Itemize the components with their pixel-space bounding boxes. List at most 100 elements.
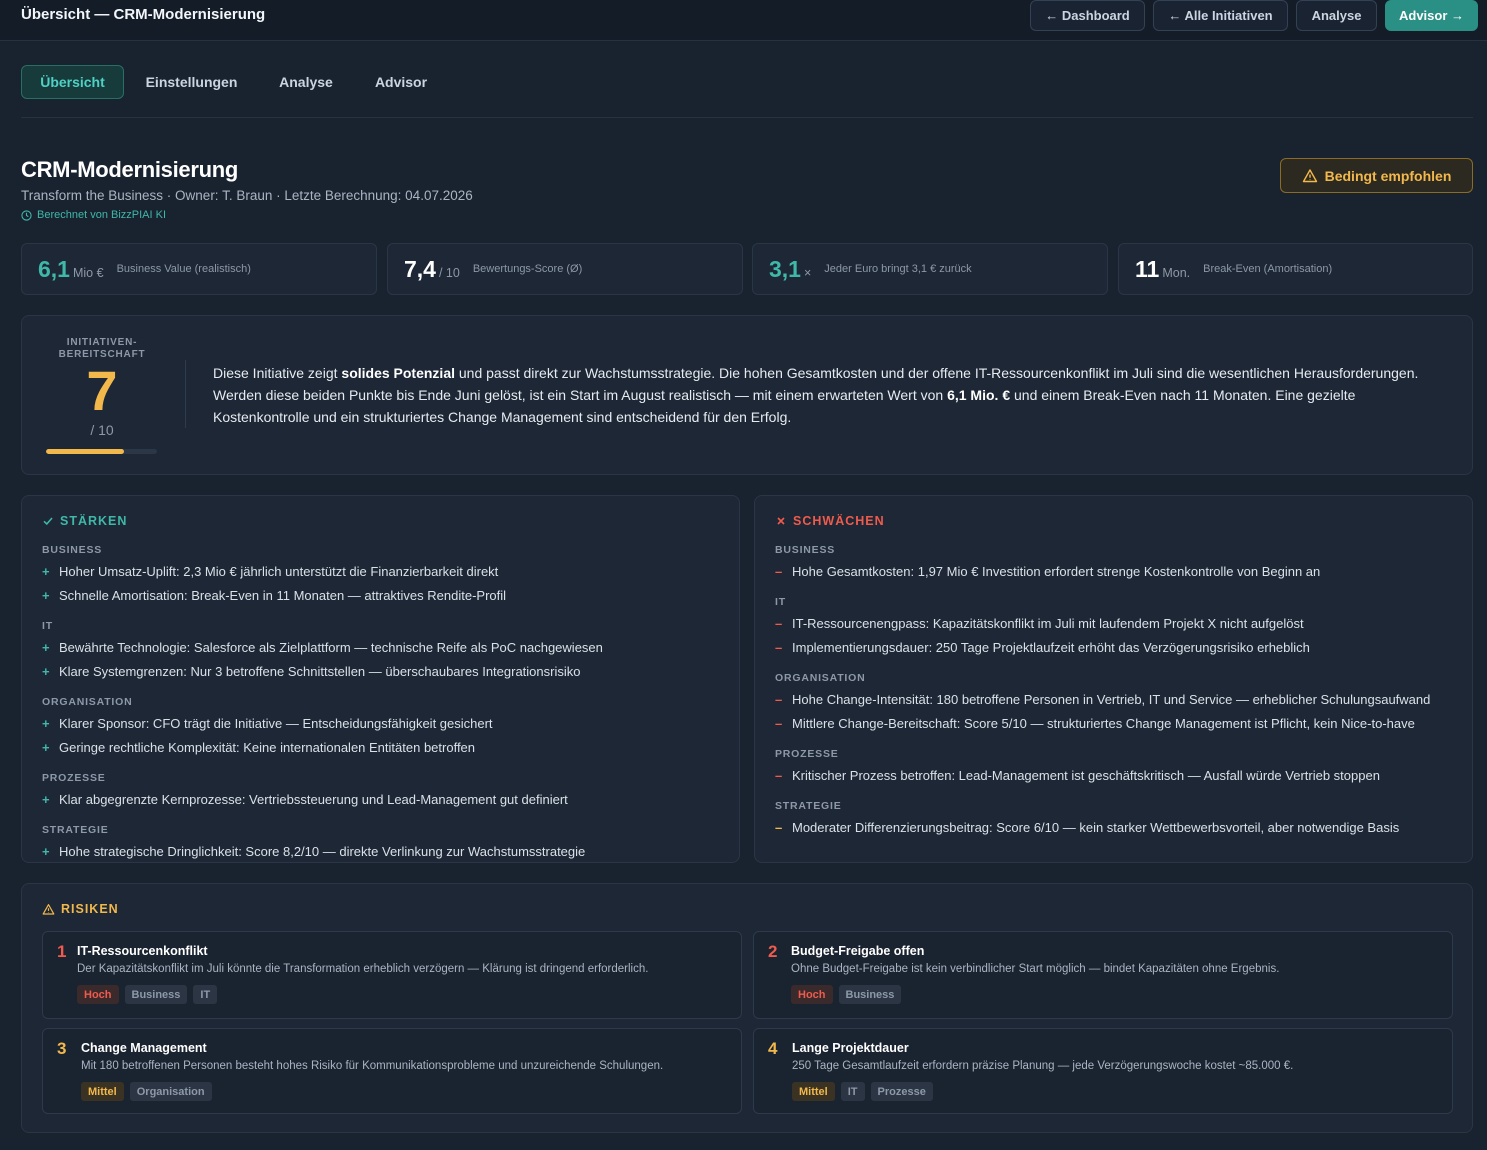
list-item: – Moderater Differenzierungsbeitrag: Scor…: [775, 816, 1465, 840]
list-item-text: Klar abgegrenzte Kernprozesse: Vertriebs…: [59, 792, 568, 807]
risk-number: 1: [57, 942, 67, 961]
list-item-text: Moderater Differenzierungsbeitrag: Score…: [792, 820, 1400, 835]
weaknesses-panel: SCHWÄCHEN BUSINESS – Hohe Gesamtkosten: 1,…: [754, 495, 1473, 863]
category-heading: STRATEGIE: [775, 800, 842, 812]
risk-description: Mit 180 betroffenen Personen besteht hoh…: [81, 1060, 664, 1072]
readiness-progress-bar: [46, 449, 157, 454]
category-tag: Prozesse: [870, 1082, 933, 1101]
strengths-title: STÄRKEN: [42, 514, 127, 528]
kpi-value: 3,1: [769, 255, 801, 282]
close-icon: [777, 517, 785, 525]
minus-icon: –: [775, 716, 783, 731]
tab-analysis[interactable]: Analyse: [271, 65, 341, 99]
list-item: + Bewährte Technologie: Salesforce als Zi…: [42, 636, 732, 660]
kpi-label: Jeder Euro bringt 3,1 € zurück: [824, 263, 972, 275]
computed-label: Berechnet von BizzPIAI KI: [37, 209, 167, 221]
category-tag: Organisation: [129, 1082, 212, 1101]
risk-description: Der Kapazitätskonflikt im Juli könnte di…: [77, 963, 649, 975]
dashboard-button[interactable]: ← Dashboard: [1030, 0, 1145, 31]
risk-title: Lange Projektdauer: [792, 1041, 909, 1055]
plus-icon: +: [42, 792, 50, 807]
risk-card[interactable]: 2 Budget-Freigabe offen Ohne Budget-Frei…: [753, 931, 1453, 1019]
category-tag: Business: [124, 985, 188, 1004]
severity-tag: Mittel: [792, 1082, 835, 1101]
list-item-text: Hoher Umsatz-Uplift: 2,3 Mio € jährlich …: [59, 564, 499, 579]
category-tag: IT: [193, 985, 218, 1004]
list-item-text: IT-Ressourcenengpass: Kapazitätskonflikt…: [792, 616, 1304, 631]
summary-emphasis: 6,1 Mio. €: [947, 387, 1011, 403]
risk-tags: Mittel IT Prozesse: [792, 1082, 933, 1101]
summary-emphasis: solides Potenzial: [341, 365, 455, 381]
strengths-title-label: STÄRKEN: [60, 514, 128, 528]
risk-card[interactable]: 3 Change Management Mit 180 betroffenen …: [42, 1028, 742, 1114]
plus-icon: +: [42, 740, 50, 755]
risk-card[interactable]: 4 Lange Projektdauer 250 Tage Gesamtlauf…: [753, 1028, 1453, 1114]
kpi-roi: 3,1 × Jeder Euro bringt 3,1 € zurück: [752, 243, 1108, 295]
weaknesses-list: BUSINESS – Hohe Gesamtkosten: 1,97 Mio € I…: [775, 542, 1465, 840]
list-item-text: Bewährte Technologie: Salesforce als Zie…: [59, 640, 603, 655]
warning-icon: [42, 903, 55, 915]
separator: [185, 360, 186, 428]
tab-settings[interactable]: Einstellungen: [139, 65, 244, 99]
severity-tag: Hoch: [791, 985, 833, 1004]
severity-tag: Hoch: [77, 985, 119, 1004]
kpi-value: 7,4: [404, 255, 436, 282]
minus-icon: –: [775, 564, 783, 579]
strengths-list: BUSINESS + Hoher Umsatz-Uplift: 2,3 Mio € …: [42, 542, 732, 864]
weaknesses-title-label: SCHWÄCHEN: [793, 514, 885, 528]
minus-icon: –: [775, 616, 783, 631]
page-title: CRM-Modernisierung: [21, 157, 239, 182]
list-item: – Hohe Gesamtkosten: 1,97 Mio € Investiti…: [775, 560, 1465, 584]
plus-icon: +: [42, 564, 50, 579]
readiness-denominator: / 10: [90, 422, 114, 438]
list-item: – Kritischer Prozess betroffen: Lead-Mana…: [775, 764, 1465, 788]
risks-title: RISIKEN: [42, 902, 119, 916]
risk-tags: Hoch Business: [791, 985, 902, 1004]
category-tag: Business: [838, 985, 902, 1004]
risk-tags: Hoch Business IT: [77, 985, 218, 1004]
recommendation-badge: Bedingt empfohlen: [1280, 158, 1473, 193]
risk-title: Change Management: [81, 1041, 207, 1055]
severity-tag: Mittel: [81, 1082, 124, 1101]
kpi-label: Bewertungs-Score (Ø): [472, 263, 583, 275]
list-item-text: Hohe strategische Dringlichkeit: Score 8…: [59, 844, 586, 859]
list-item-text: Hohe Change-Intensität: 180 betroffene P…: [792, 692, 1431, 707]
list-item: – Hohe Change-Intensität: 180 betroffene …: [775, 688, 1465, 712]
list-item: + Hohe strategische Dringlichkeit: Score …: [42, 840, 732, 864]
kpi-label: Business Value (realistisch): [116, 263, 251, 275]
divider: [21, 117, 1473, 118]
analyse-button[interactable]: Analyse: [1296, 0, 1377, 31]
list-item-text: Klarer Sponsor: CFO trägt die Initiative…: [59, 716, 493, 731]
risks-title-label: RISIKEN: [61, 902, 119, 916]
risk-number: 3: [57, 1039, 67, 1058]
list-item: + Geringe rechtliche Komplexität: Keine i…: [42, 736, 732, 760]
tab-overview[interactable]: Übersicht: [21, 65, 124, 99]
kpi-unit: ×: [803, 266, 812, 280]
computed-note: Berechnet von BizzPIAI KI: [21, 209, 166, 221]
list-item-text: Geringe rechtliche Komplexität: Keine in…: [59, 740, 476, 755]
readiness-score: 7: [86, 359, 118, 422]
risk-number: 2: [768, 942, 778, 961]
list-item: – IT-Ressourcenengpass: Kapazitätskonflik…: [775, 612, 1465, 636]
advisor-button[interactable]: Advisor →: [1385, 0, 1478, 31]
list-item: + Klare Systemgrenzen: Nur 3 betroffene S…: [42, 660, 732, 684]
list-item-text: Schnelle Amortisation: Break-Even in 11 …: [59, 588, 507, 603]
minus-icon: –: [775, 820, 783, 835]
risks-panel: RISIKEN 1 IT-Ressourcenkonflikt Der Kapa…: [21, 883, 1473, 1133]
window-title: Übersicht — CRM-Modernisierung: [21, 6, 266, 23]
summary-text: Diese Initiative zeigt: [213, 365, 342, 381]
list-item: – Implementierungsdauer: 250 Tage Projekt…: [775, 636, 1465, 660]
minus-icon: –: [775, 692, 783, 707]
risk-description: 250 Tage Gesamtlaufzeit erfordern präzis…: [792, 1060, 1294, 1072]
kpi-value: 11: [1135, 255, 1160, 282]
risk-card[interactable]: 1 IT-Ressourcenkonflikt Der Kapazitätsko…: [42, 931, 742, 1019]
plus-icon: +: [42, 716, 50, 731]
risk-title: IT-Ressourcenkonflikt: [77, 944, 208, 958]
all-initiatives-button[interactable]: ← Alle Initiativen: [1153, 0, 1288, 31]
category-heading: ORGANISATION: [42, 696, 133, 708]
category-heading: BUSINESS: [775, 544, 836, 556]
list-item: + Klar abgegrenzte Kernprozesse: Vertrieb…: [42, 788, 732, 812]
category-heading: IT: [775, 596, 786, 608]
kpi-business-value: 6,1 Mio € Business Value (realistisch): [21, 243, 377, 295]
tab-advisor[interactable]: Advisor: [367, 65, 435, 99]
